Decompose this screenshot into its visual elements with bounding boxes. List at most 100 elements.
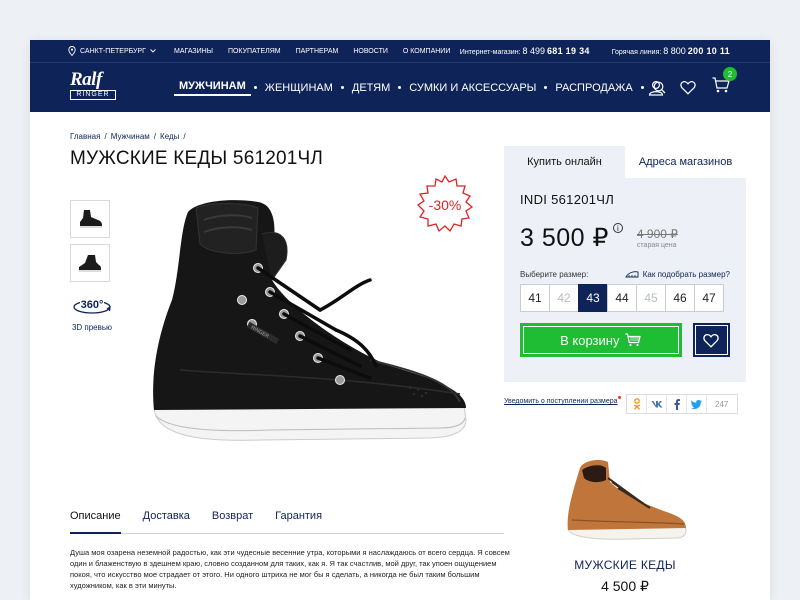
add-to-cart-button[interactable]: В корзину <box>520 323 682 357</box>
hotline-label: Горячая линия: <box>611 49 662 56</box>
cart-button[interactable]: 2 <box>712 67 737 98</box>
size-option[interactable]: 47 <box>694 284 724 312</box>
tab-store-addresses[interactable]: Адреса магазинов <box>625 146 746 178</box>
location-pin-icon <box>68 46 76 56</box>
detail-tabs: Описание Доставка Возврат Гарантия <box>70 510 504 534</box>
breadcrumb-sneakers[interactable]: Кеды <box>160 132 179 141</box>
view-360-label: 3D превью <box>71 323 113 332</box>
recommended-product-image[interactable] <box>560 448 690 548</box>
top-link-customers[interactable]: ПОКУПАТЕЛЯМ <box>228 48 281 55</box>
odnoklassniki-share-button[interactable] <box>627 395 647 413</box>
add-to-wishlist-button[interactable] <box>692 323 730 357</box>
heart-icon[interactable] <box>680 80 696 95</box>
tab-buy-online[interactable]: Купить онлайн <box>504 146 625 178</box>
nav-actions: 2 <box>648 67 737 98</box>
heart-icon <box>703 333 720 348</box>
recommended-product-price: 4 500 ₽ <box>601 578 649 594</box>
nav-item-women[interactable]: ЖЕНЩИНАМ <box>260 82 338 94</box>
size-option-selected[interactable]: 43 <box>578 284 608 312</box>
sneaker-thumbnail-image <box>80 210 102 228</box>
size-option[interactable]: 44 <box>607 284 637 312</box>
purchase-tabs: Купить онлайн Адреса магазинов <box>504 146 746 178</box>
nav-separator <box>253 86 257 89</box>
nav-item-men[interactable]: МУЖЧИНАМ <box>174 80 251 96</box>
rotate-360-icon: 360° <box>73 299 111 314</box>
twitter-share-button[interactable] <box>687 395 707 413</box>
hotline-phone: 200 10 11 <box>687 46 730 56</box>
category-menu: МУЖЧИНАМ ЖЕНЩИНАМ ДЕТЯМ СУМКИ И АКСЕССУА… <box>174 80 666 96</box>
top-link-about[interactable]: О КОМПАНИИ <box>403 48 450 55</box>
size-guide-label: Как подобрать размер? <box>642 270 730 279</box>
size-label: Выберите размер: <box>520 270 589 279</box>
current-price: 3 500 ₽ <box>520 224 609 252</box>
share-count: 247 <box>715 399 729 409</box>
cart-icon <box>625 333 642 347</box>
page-frame: САНКТ-ПЕТЕРБУРГ МАГАЗИНЫ ПОКУПАТЕЛЯМ ПАР… <box>30 40 770 600</box>
tab-warranty[interactable]: Гарантия <box>275 510 322 533</box>
top-link-news[interactable]: НОВОСТИ <box>353 48 388 55</box>
main-nav: Ralf RINGER МУЖЧИНАМ ЖЕНЩИНАМ ДЕТЯМ СУМК… <box>30 62 770 112</box>
buy-row: В корзину <box>520 323 730 357</box>
nav-item-bags[interactable]: СУМКИ И АКСЕССУАРЫ <box>404 82 541 94</box>
odnoklassniki-icon <box>633 398 640 410</box>
top-link-stores[interactable]: МАГАЗИНЫ <box>174 48 213 55</box>
nav-item-sale[interactable]: РАСПРОДАЖА <box>550 82 637 94</box>
view-360-badge: 360° <box>81 299 104 311</box>
city-selector[interactable]: САНКТ-ПЕТЕРБУРГ <box>68 46 156 56</box>
old-price-label: старая цена <box>636 242 677 249</box>
vk-icon <box>651 401 662 408</box>
share-bar: 247 <box>626 394 739 414</box>
hotline-contact[interactable]: Горячая линия: 8 800 200 10 11 <box>612 46 730 56</box>
breadcrumb-separator: / <box>183 132 186 141</box>
logo-brand: Ralf <box>70 69 102 90</box>
purchase-panel: Купить онлайн Адреса магазинов INDI 5612… <box>504 146 746 382</box>
product-model: INDI 561201ЧЛ <box>520 192 615 207</box>
facebook-icon <box>674 398 680 410</box>
nav-item-kids[interactable]: ДЕТЯМ <box>347 82 395 94</box>
info-icon[interactable]: i <box>612 223 623 233</box>
online-shop-label: Интернет-магазин: <box>459 49 521 56</box>
brand-logo[interactable]: Ralf RINGER <box>70 69 120 101</box>
top-link-partners[interactable]: ПАРТНЕРАМ <box>296 48 339 55</box>
breadcrumb-home[interactable]: Главная <box>70 132 100 141</box>
tab-delivery[interactable]: Доставка <box>143 510 190 533</box>
thumbnail-2[interactable] <box>70 244 110 282</box>
discount-label: -30% <box>429 197 462 213</box>
cart-count-badge: 2 <box>723 67 737 81</box>
size-option: 45 <box>636 284 666 312</box>
size-option[interactable]: 41 <box>520 284 550 312</box>
size-ruler-icon <box>625 271 639 278</box>
nav-separator <box>544 86 548 89</box>
recommended-product-title[interactable]: МУЖСКИЕ КЕДЫ <box>530 558 720 572</box>
nav-separator <box>640 86 644 89</box>
thumbnail-1[interactable] <box>70 200 110 238</box>
breadcrumb: Главная / Мужчинам / Кеды / <box>70 132 186 141</box>
online-shop-contact[interactable]: Интернет-магазин: 8 499 681 19 34 <box>460 46 590 56</box>
view-360-button[interactable]: 360° 3D превью <box>70 296 114 332</box>
product-description: Душа моя озарена неземной радостью, как … <box>70 548 510 590</box>
size-option[interactable]: 46 <box>665 284 695 312</box>
tab-returns[interactable]: Возврат <box>212 510 253 533</box>
sneaker-thumbnail-image <box>79 255 101 272</box>
online-phone-prefix: 8 499 <box>522 46 545 56</box>
tab-description[interactable]: Описание <box>70 510 121 534</box>
chevron-down-icon <box>150 49 156 53</box>
size-option: 42 <box>549 284 579 312</box>
purchase-body: INDI 561201ЧЛ 3 500 ₽ i 4 900 ₽ старая ц… <box>504 178 746 382</box>
user-icon[interactable] <box>648 80 664 96</box>
city-label: САНКТ-ПЕТЕРБУРГ <box>80 47 146 55</box>
price-row: 3 500 ₽ i 4 900 ₽ старая цена <box>520 223 730 253</box>
vk-share-button[interactable] <box>647 395 667 413</box>
breadcrumb-separator: / <box>104 132 107 141</box>
notify-size-link[interactable]: Уведомить о поступлении размера <box>504 398 618 405</box>
old-price: 4 900 ₽ <box>636 227 678 241</box>
old-price-block: 4 900 ₽ старая цена <box>637 227 678 249</box>
top-links: МАГАЗИНЫ ПОКУПАТЕЛЯМ ПАРТНЕРАМ НОВОСТИ О… <box>174 48 450 55</box>
add-to-cart-label: В корзину <box>560 332 620 348</box>
logo-sub: RINGER <box>70 90 116 100</box>
breadcrumb-men[interactable]: Мужчинам <box>111 132 150 141</box>
nav-separator <box>398 86 402 89</box>
facebook-share-button[interactable] <box>667 395 687 413</box>
size-selector: 41 42 43 44 45 46 47 <box>520 284 730 312</box>
size-guide-link[interactable]: Как подобрать размер? <box>625 270 730 279</box>
